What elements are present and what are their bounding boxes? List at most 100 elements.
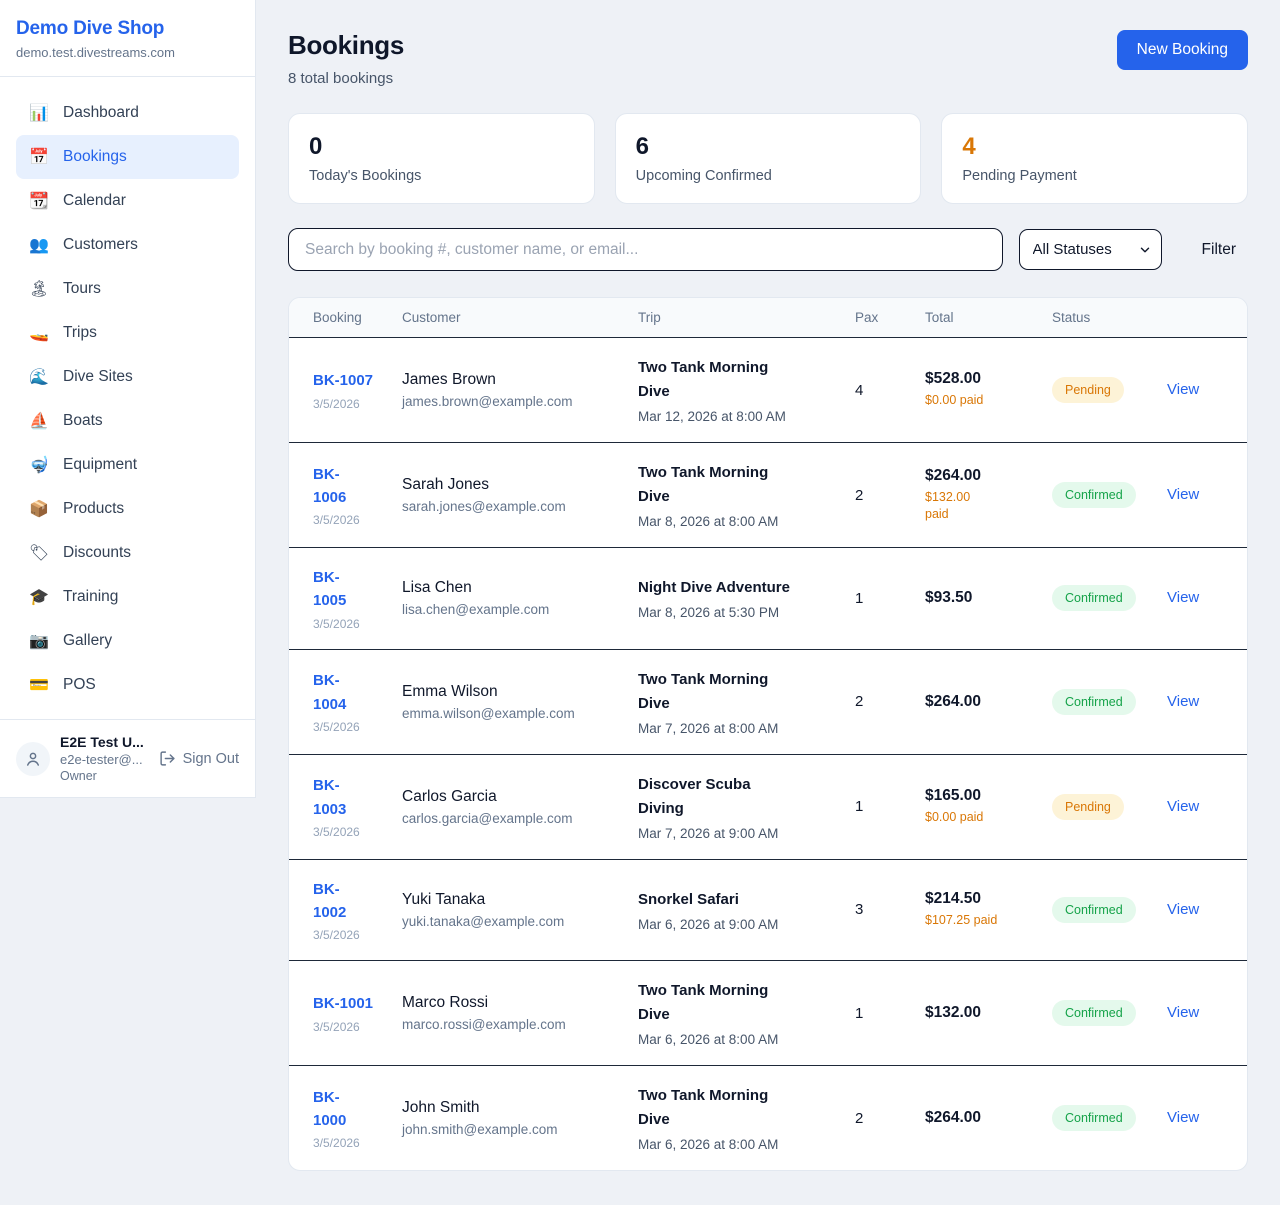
view-link[interactable]: View bbox=[1167, 381, 1199, 398]
bookings-count: 8 total bookings bbox=[288, 70, 404, 87]
booking-date: 3/5/2026 bbox=[313, 928, 392, 942]
trip-title: Discover Scuba Diving bbox=[638, 773, 796, 821]
discounts-icon: 🏷 bbox=[28, 543, 50, 563]
booking-number-link[interactable]: BK-1002 bbox=[313, 878, 346, 925]
booking-date: 3/5/2026 bbox=[313, 825, 392, 839]
customer-name: James Brown bbox=[402, 371, 628, 389]
booking-number-link[interactable]: BK-1001 bbox=[313, 992, 373, 1015]
user-footer: E2E Test U... e2e-tester@... Owner Sign … bbox=[0, 719, 255, 797]
sidebar-item-dashboard[interactable]: 📊 Dashboard bbox=[16, 91, 239, 135]
view-link[interactable]: View bbox=[1167, 1004, 1199, 1021]
table-body: BK-1007 3/5/2026 James Brown james.brown… bbox=[289, 338, 1247, 1170]
shop-domain: demo.test.divestreams.com bbox=[16, 45, 239, 60]
search-input[interactable] bbox=[288, 228, 1003, 271]
pax-count: 2 bbox=[855, 1110, 925, 1127]
view-link[interactable]: View bbox=[1167, 486, 1199, 503]
customer-email: james.brown@example.com bbox=[402, 394, 628, 409]
total-amount: $264.00 bbox=[925, 693, 1042, 711]
trip-title: Two Tank Morning Dive bbox=[638, 668, 796, 716]
user-email: e2e-tester@... bbox=[60, 752, 149, 767]
main-content: Bookings 8 total bookings New Booking 0 … bbox=[256, 0, 1280, 1205]
bookings-table: Booking Customer Trip Pax Total Status B… bbox=[288, 297, 1248, 1171]
new-booking-button[interactable]: New Booking bbox=[1117, 30, 1248, 70]
view-link[interactable]: View bbox=[1167, 901, 1199, 918]
pax-count: 2 bbox=[855, 487, 925, 504]
sidebar-item-discounts[interactable]: 🏷 Discounts bbox=[16, 531, 239, 575]
table-row: BK-1004 3/5/2026 Emma Wilson emma.wilson… bbox=[289, 650, 1247, 755]
calendar-icon: 📆 bbox=[28, 191, 50, 211]
booking-number-link[interactable]: BK-1005 bbox=[313, 566, 346, 613]
sidebar-item-label: Tours bbox=[63, 280, 101, 298]
table-header-row: Booking Customer Trip Pax Total Status bbox=[289, 298, 1247, 338]
view-link[interactable]: View bbox=[1167, 589, 1199, 606]
booking-number-link[interactable]: BK-1006 bbox=[313, 463, 346, 510]
trip-datetime: Mar 8, 2026 at 8:00 AM bbox=[638, 514, 845, 529]
filter-button[interactable]: Filter bbox=[1190, 233, 1248, 267]
sidebar-item-boats[interactable]: ⛵ Boats bbox=[16, 399, 239, 443]
sign-out-button[interactable]: Sign Out bbox=[159, 750, 239, 767]
table-row: BK-1001 3/5/2026 Marco Rossi marco.rossi… bbox=[289, 961, 1247, 1066]
trip-title: Two Tank Morning Dive bbox=[638, 1084, 796, 1132]
customer-email: sarah.jones@example.com bbox=[402, 499, 628, 514]
trip-title: Night Dive Adventure bbox=[638, 576, 796, 600]
customer-email: carlos.garcia@example.com bbox=[402, 811, 628, 826]
column-header-total: Total bbox=[925, 310, 1052, 325]
sidebar-item-training[interactable]: 🎓 Training bbox=[16, 575, 239, 619]
booking-number-link[interactable]: BK-1004 bbox=[313, 669, 346, 716]
view-link[interactable]: View bbox=[1167, 798, 1199, 815]
trip-datetime: Mar 12, 2026 at 8:00 AM bbox=[638, 409, 845, 424]
sidebar-item-pos[interactable]: 💳 POS bbox=[16, 663, 239, 707]
table-row: BK-1005 3/5/2026 Lisa Chen lisa.chen@exa… bbox=[289, 548, 1247, 650]
customers-icon: 👥 bbox=[28, 235, 50, 255]
booking-number-link[interactable]: BK-1000 bbox=[313, 1086, 346, 1133]
sidebar-item-bookings[interactable]: 📅 Bookings bbox=[16, 135, 239, 179]
stat-label: Today's Bookings bbox=[309, 168, 574, 184]
booking-number-link[interactable]: BK-1007 bbox=[313, 369, 373, 392]
sidebar-item-gallery[interactable]: 📷 Gallery bbox=[16, 619, 239, 663]
page-header: Bookings 8 total bookings New Booking bbox=[288, 30, 1248, 87]
stat-label: Pending Payment bbox=[962, 168, 1227, 184]
sidebar-item-label: Gallery bbox=[63, 632, 112, 650]
total-amount: $264.00 bbox=[925, 467, 1042, 485]
table-row: BK-1006 3/5/2026 Sarah Jones sarah.jones… bbox=[289, 443, 1247, 548]
booking-date: 3/5/2026 bbox=[313, 720, 392, 734]
filter-row: All Statuses Filter bbox=[288, 228, 1248, 271]
sidebar-item-calendar[interactable]: 📆 Calendar bbox=[16, 179, 239, 223]
shop-header: Demo Dive Shop demo.test.divestreams.com bbox=[0, 0, 255, 77]
sidebar-item-products[interactable]: 📦 Products bbox=[16, 487, 239, 531]
total-amount: $528.00 bbox=[925, 370, 1042, 388]
pax-count: 1 bbox=[855, 798, 925, 815]
sidebar-item-equipment[interactable]: 🤿 Equipment bbox=[16, 443, 239, 487]
trip-datetime: Mar 8, 2026 at 5:30 PM bbox=[638, 605, 845, 620]
total-amount: $214.50 bbox=[925, 890, 1042, 908]
status-badge: Pending bbox=[1052, 377, 1124, 403]
view-link[interactable]: View bbox=[1167, 693, 1199, 710]
sidebar-item-trips[interactable]: 🚤 Trips bbox=[16, 311, 239, 355]
booking-number-link[interactable]: BK-1003 bbox=[313, 774, 346, 821]
sidebar-item-label: Products bbox=[63, 500, 124, 518]
column-header-booking: Booking bbox=[289, 310, 402, 325]
sidebar-item-tours[interactable]: 🏝 Tours bbox=[16, 267, 239, 311]
sidebar-item-dive-sites[interactable]: 🌊 Dive Sites bbox=[16, 355, 239, 399]
sidebar-item-label: Trips bbox=[63, 324, 97, 342]
stat-card-upcoming-confirmed: 6 Upcoming Confirmed bbox=[615, 113, 922, 204]
bookings-icon: 📅 bbox=[28, 147, 50, 167]
page-title-block: Bookings 8 total bookings bbox=[288, 30, 404, 87]
total-amount: $132.00 bbox=[925, 1004, 1042, 1022]
customer-email: lisa.chen@example.com bbox=[402, 602, 628, 617]
stat-card-pending-payment: 4 Pending Payment bbox=[941, 113, 1248, 204]
pax-count: 1 bbox=[855, 1005, 925, 1022]
status-badge: Confirmed bbox=[1052, 482, 1136, 508]
customer-email: marco.rossi@example.com bbox=[402, 1017, 628, 1032]
status-select[interactable]: All Statuses bbox=[1020, 230, 1161, 269]
user-icon bbox=[24, 750, 42, 768]
booking-date: 3/5/2026 bbox=[313, 1020, 392, 1034]
status-badge: Confirmed bbox=[1052, 1105, 1136, 1131]
dive-sites-icon: 🌊 bbox=[28, 367, 50, 387]
user-role: Owner bbox=[60, 769, 149, 783]
view-link[interactable]: View bbox=[1167, 1109, 1199, 1126]
sign-out-icon bbox=[159, 750, 176, 767]
sidebar-item-label: Dive Sites bbox=[63, 368, 133, 386]
user-meta: E2E Test U... e2e-tester@... Owner bbox=[60, 734, 149, 783]
sidebar-item-customers[interactable]: 👥 Customers bbox=[16, 223, 239, 267]
